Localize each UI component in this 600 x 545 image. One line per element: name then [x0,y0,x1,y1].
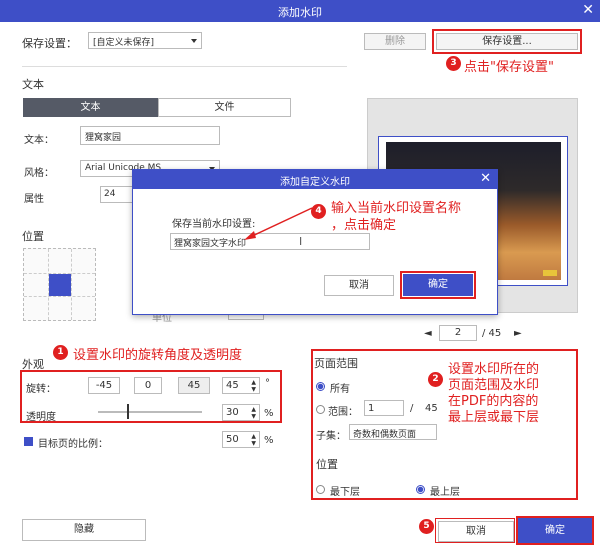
scale-value: 50 [226,434,239,445]
dialog-close-icon[interactable]: ✕ [480,171,491,186]
property-label: 属性 [24,194,44,205]
logo-icon [543,270,557,276]
window-title: 添加水印 [278,6,322,19]
text-heading: 文本 [22,78,44,91]
opacity-slider-track[interactable] [98,411,202,413]
radio-range[interactable] [316,405,325,414]
badge-1: 1 [53,345,68,360]
annotation-2: 设置水印所在的 页面范围及水印 在PDF的内容的 最上层或最下层 [448,362,539,426]
highlight-3 [432,29,582,54]
save-settings-select[interactable]: [自定义未保存] [88,32,202,49]
spinner-icon[interactable]: ▲ ▼ [251,379,256,393]
next-page-icon[interactable]: ► [514,328,522,339]
page-input[interactable]: 2 [439,325,477,341]
annotation-2-line: 设置水印所在的 [448,362,540,377]
annotation-2-line: 在PDF的内容的 [448,394,539,409]
rotation-45-button[interactable]: 45 [178,377,210,394]
badge-2: 2 [428,372,443,387]
dialog-title: 添加自定义水印 [280,177,350,188]
subset-select[interactable]: 奇数和偶数页面 [349,424,437,440]
text-input[interactable]: 狸窝家园 [80,126,220,145]
prev-page-icon[interactable]: ◄ [424,328,432,339]
page-total: / 45 [482,328,502,339]
percent-unit: % [264,408,274,419]
range-from-input[interactable]: 1 [364,400,404,416]
radio-top-label: 最上层 [430,487,460,498]
size-input[interactable]: 24 [100,186,136,203]
range-label: 范围： [328,407,358,418]
radio-all-label: 所有 [330,384,350,395]
badge-3: 3 [446,56,461,71]
page-range-heading: 页面范围 [314,357,358,370]
radio-top[interactable] [416,485,425,494]
subset-label: 子集： [316,431,346,442]
style-label: 风格： [24,168,54,179]
range-from-value: 1 [368,403,375,414]
radio-all[interactable] [316,382,325,391]
highlight-4-ok [400,271,476,299]
dialog-cancel-button[interactable]: 取消 [324,275,394,296]
rotation-value: 45 [226,380,239,391]
text-input-value: 狸窝家园 [85,133,122,143]
hide-button[interactable]: 隐藏 [22,519,146,541]
range-total: 45 [425,403,438,414]
spinner-icon[interactable]: ▲ ▼ [251,433,256,447]
rotation-minus45-button[interactable]: -45 [88,377,120,394]
tab-text[interactable]: 文本 [23,98,158,117]
watermark-name-value: 狸窝家园文字水印 [174,239,247,249]
tab-file[interactable]: 文件 [158,98,291,117]
opacity-slider-handle[interactable] [127,404,129,419]
grid-line [71,249,72,320]
rotation-0-button[interactable]: 0 [134,377,162,394]
degree-unit: ° [265,378,270,389]
save-settings-label: 保存设置： [22,37,77,50]
position-heading: 位置 [22,230,44,243]
spinner-icon[interactable]: ▲ ▼ [251,406,256,420]
opacity-label: 透明度 [26,412,56,423]
range-slash: / [410,403,414,414]
position-center-cell[interactable] [49,274,71,296]
dialog-titlebar: 添加自定义水印 ✕ [133,170,497,189]
radio-bottom[interactable] [316,485,325,494]
highlight-5 [516,516,594,545]
close-icon[interactable]: ✕ [582,2,594,18]
scale-input[interactable]: 50 ▲ ▼ [222,431,260,448]
grid-line [24,296,95,297]
chevron-down-icon [191,39,197,43]
delete-button[interactable]: 删除 [364,33,426,50]
divider [22,66,347,67]
custom-watermark-dialog: 添加自定义水印 ✕ 保存当前水印设置: 狸窝家园文字水印 I 取消 确定 [132,169,498,315]
title-bar: 添加水印 ✕ [0,0,600,22]
subset-value: 奇数和偶数页面 [353,430,417,440]
percent-unit: % [264,435,274,446]
layer-position-heading: 位置 [316,458,338,471]
save-settings-value: [自定义未保存] [93,38,155,48]
scale-checkbox[interactable] [24,437,33,446]
annotation-2-line: 页面范围及水印 [448,378,540,393]
annotation-3: 点击"保存设置" [464,60,554,75]
scale-label: 目标页的比例： [38,439,108,450]
opacity-input[interactable]: 30 ▲ ▼ [222,404,260,421]
badge-5: 5 [419,519,434,534]
opacity-value: 30 [226,407,239,418]
size-value: 24 [104,189,116,199]
annotation-4-line2: ，点击确定 [331,218,397,233]
rotation-input[interactable]: 45 ▲ ▼ [222,377,260,394]
radio-bottom-label: 最下层 [330,487,360,498]
annotation-1: 设置水印的旋转角度及透明度 [73,348,243,363]
text-label: 文本： [24,135,54,146]
position-grid[interactable] [23,248,96,321]
annotation-arrow [244,207,313,240]
annotation-2-line: 最上层或最下层 [448,410,540,425]
rotation-label: 旋转： [26,384,56,395]
highlight-5-cancel [435,518,515,543]
